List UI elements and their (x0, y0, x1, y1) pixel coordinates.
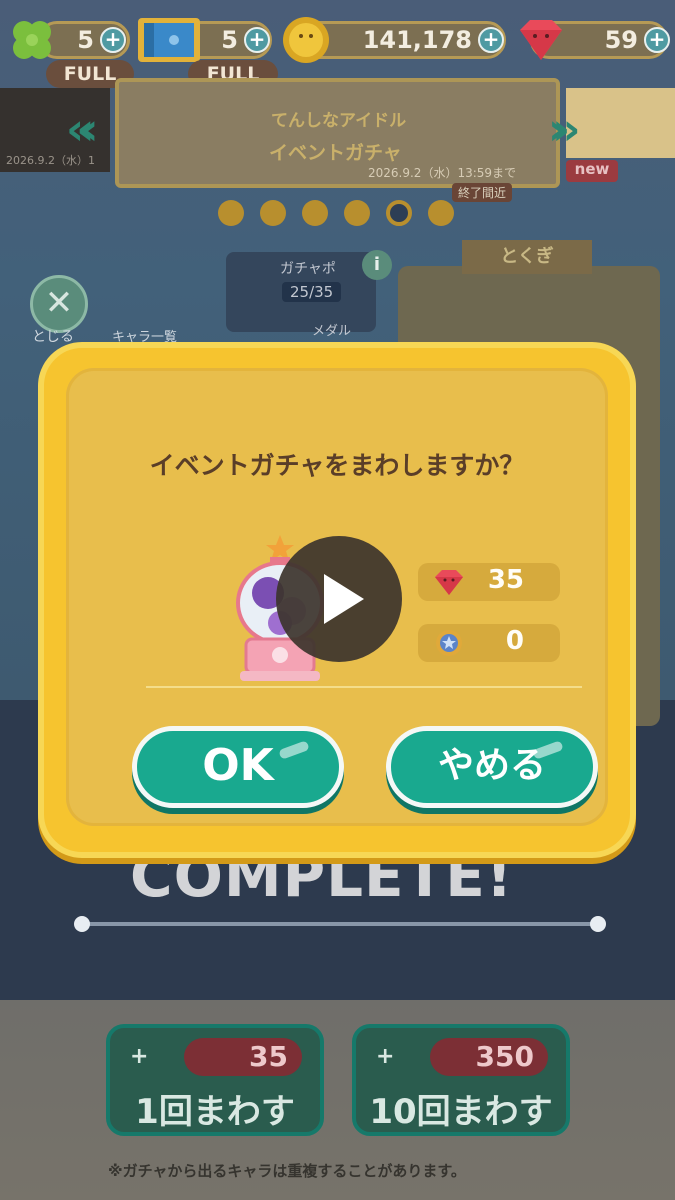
ok-button[interactable]: OK (132, 726, 344, 808)
medal-cost-row: 0 (418, 624, 560, 662)
gem-icon (435, 570, 463, 595)
dialog-question: イベントガチャをまわしますか？ (149, 451, 525, 480)
play-video-icon[interactable] (276, 536, 402, 662)
medal-icon (436, 630, 462, 656)
dialog-divider (146, 686, 582, 688)
gem-cost-row: 35 (418, 563, 560, 601)
medal-cost-value: 0 (505, 626, 524, 656)
gem-cost-value: 35 (487, 565, 524, 595)
cancel-button[interactable]: やめる (386, 726, 598, 808)
